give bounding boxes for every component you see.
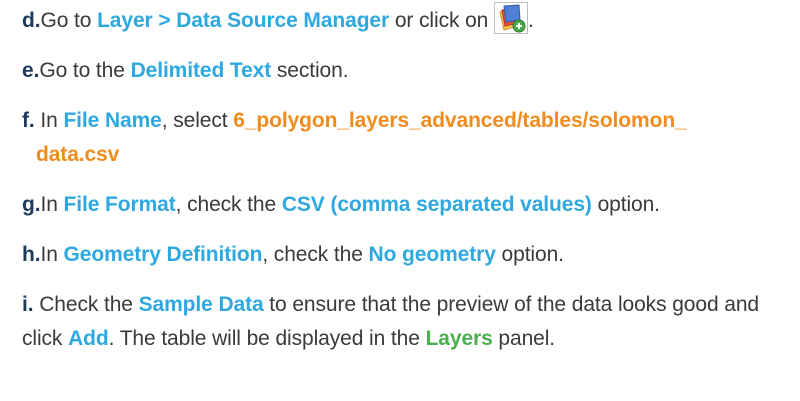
step-g: g.In File Format, check the CSV (comma s… [22, 188, 800, 222]
step-letter: g. [22, 193, 41, 216]
menu-path-highlight: Layer > Data Source Manager [97, 9, 390, 32]
step-text: In [40, 243, 64, 266]
step-text: In [40, 193, 64, 216]
step-text: Go to [40, 9, 98, 32]
option-name-highlight: No geometry [368, 243, 496, 266]
option-name-highlight: CSV (comma separated values) [281, 193, 592, 216]
data-source-manager-icon [494, 2, 528, 35]
step-letter: i. [22, 293, 34, 316]
step-text: Go to the [39, 59, 131, 82]
field-name-highlight: File Format [63, 193, 176, 216]
step-text: . The table will be displayed in the [108, 327, 426, 350]
step-text: or click on [389, 9, 494, 32]
tab-name-highlight: Sample Data [138, 293, 264, 316]
instruction-list: d.Go to Layer > Data Source Manager or c… [0, 0, 800, 401]
step-text: section. [271, 59, 349, 82]
field-name-highlight: Geometry Definition [63, 243, 263, 266]
step-letter: e. [22, 59, 40, 82]
file-path-highlight: 6_polygon_layers_advanced/tables/solomon… [233, 109, 687, 132]
step-text: . [528, 9, 534, 32]
button-name-highlight: Add [68, 327, 109, 350]
panel-name-highlight: Layers [425, 327, 493, 350]
step-text: panel. [492, 327, 556, 350]
field-name-highlight: File Name [63, 109, 162, 132]
step-e: e.Go to the Delimited Text section. [22, 54, 800, 88]
file-path-highlight: data.csv [36, 143, 120, 166]
step-text: Check the [33, 293, 139, 316]
step-f: f. In File Name, select 6_polygon_layers… [22, 104, 792, 172]
step-text: option. [591, 193, 660, 216]
step-text: In [34, 109, 64, 132]
step-i: i. Check the Sample Data to ensure that … [22, 288, 792, 356]
step-letter: d. [22, 9, 41, 32]
step-letter: f. [22, 109, 35, 132]
step-letter: h. [22, 243, 41, 266]
step-text: , check the [262, 243, 369, 266]
step-h: h.In Geometry Definition, check the No g… [22, 238, 800, 272]
step-text: , check the [175, 193, 282, 216]
step-text: option. [495, 243, 564, 266]
section-name-highlight: Delimited Text [130, 59, 272, 82]
step-text: , select [161, 109, 234, 132]
step-d: d.Go to Layer > Data Source Manager or c… [22, 2, 800, 38]
